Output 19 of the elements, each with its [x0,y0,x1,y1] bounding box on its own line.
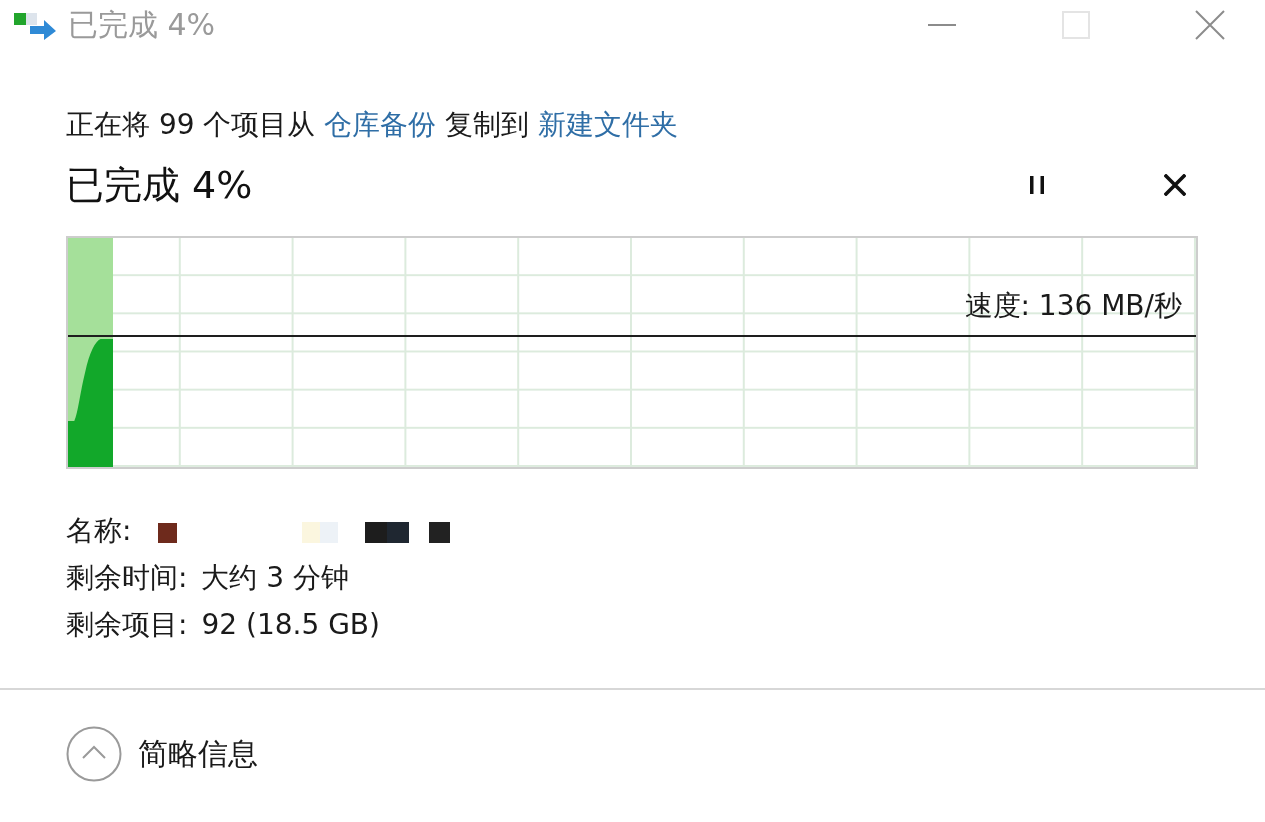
detail-label: 剩余时间: [66,559,188,596]
destination-folder-link[interactable]: 新建文件夹 [538,108,679,141]
speed-label: 速度: 136 MB/秒 [964,288,1182,324]
close-icon [1164,174,1186,196]
pause-icon [1030,176,1044,194]
detail-value: 大约 3 分钟 [201,559,350,596]
copy-window-icon [14,10,56,40]
copy-description: 正在将 99 个项目从 仓库备份 复制到 新建文件夹 [66,107,679,143]
minimize-icon [928,24,956,26]
detail-label: 剩余项目: [66,606,188,643]
chevron-circle-icon [66,726,122,782]
detail-label: 名称: [66,512,132,549]
close-icon [1195,10,1225,40]
progress-heading: 已完成 4% [66,162,253,209]
details-toggle[interactable]: 简略信息 [66,726,258,782]
window-title: 已完成 4% [68,6,216,44]
detail-value: 92 (18.5 GB) [201,606,380,643]
source-folder-link[interactable]: 仓库备份 [324,108,437,141]
maximize-icon [1062,11,1090,39]
